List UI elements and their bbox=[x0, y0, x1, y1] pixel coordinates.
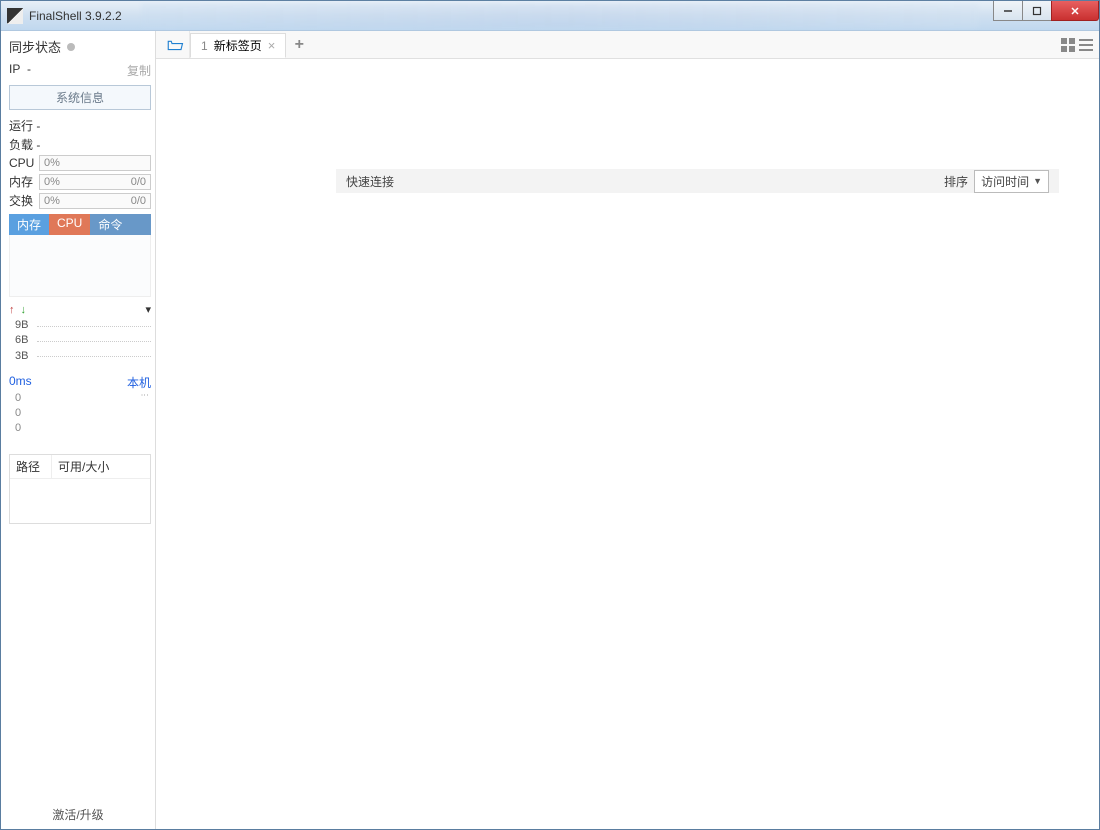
add-tab-button[interactable]: + bbox=[286, 31, 312, 58]
view-mode-controls bbox=[1061, 31, 1093, 58]
network-dropdown-icon[interactable]: ▾ bbox=[145, 303, 151, 316]
ping-scale: 0 0 0 ⋮ bbox=[9, 391, 151, 436]
sort-label: 排序 bbox=[944, 173, 968, 190]
titlebar-background bbox=[141, 3, 979, 28]
maximize-button[interactable] bbox=[1022, 1, 1052, 21]
sync-status-row: 同步状态 bbox=[9, 37, 151, 56]
swap-label: 交换 bbox=[9, 192, 39, 209]
app-window: FinalShell 3.9.2.2 同步状态 IP - 复制 系统信 bbox=[0, 0, 1100, 830]
minimize-icon bbox=[1003, 6, 1013, 16]
disk-table: 路径 可用/大小 bbox=[9, 454, 151, 524]
ip-label: IP - bbox=[9, 62, 31, 79]
minimize-button[interactable] bbox=[993, 1, 1023, 21]
runtime-row: 运行 - bbox=[9, 117, 151, 134]
copy-ip-button[interactable]: 复制 bbox=[127, 62, 151, 79]
monitor-graph bbox=[9, 235, 151, 297]
tab-command[interactable]: 命令 bbox=[90, 214, 151, 235]
cpu-label: CPU bbox=[9, 156, 39, 170]
grid-view-icon[interactable] bbox=[1061, 38, 1075, 52]
sync-status-dot-icon bbox=[67, 43, 75, 51]
tab-cpu[interactable]: CPU bbox=[49, 214, 90, 235]
open-folder-button[interactable] bbox=[160, 31, 190, 58]
folder-open-icon bbox=[166, 36, 184, 54]
ping-handle-icon[interactable]: ⋮ bbox=[138, 391, 149, 399]
memory-extra: 0/0 bbox=[131, 176, 146, 188]
tab-close-icon[interactable]: × bbox=[268, 38, 276, 53]
page-tab[interactable]: 1 新标签页 × bbox=[190, 33, 286, 58]
quick-connect-bar: 快速连接 排序 访问时间 ▼ bbox=[336, 169, 1059, 193]
ping-row: 0ms 本机 bbox=[9, 374, 151, 391]
sort-value: 访问时间 bbox=[981, 173, 1029, 190]
tab-index: 1 bbox=[201, 39, 208, 53]
close-icon bbox=[1070, 6, 1080, 16]
sort-dropdown[interactable]: 访问时间 ▼ bbox=[974, 170, 1049, 193]
sidebar: 同步状态 IP - 复制 系统信息 运行 - 负载 - CPU 0% 内存 0%… bbox=[1, 31, 156, 829]
sync-status-label: 同步状态 bbox=[9, 37, 61, 56]
cpu-value: 0% bbox=[44, 157, 60, 169]
titlebar[interactable]: FinalShell 3.9.2.2 bbox=[1, 1, 1099, 31]
ping-host[interactable]: 本机 bbox=[127, 374, 151, 391]
memory-value: 0% bbox=[44, 176, 60, 188]
system-info-button[interactable]: 系统信息 bbox=[9, 85, 151, 110]
upload-icon: ↑ bbox=[9, 304, 15, 316]
ping-latency: 0ms bbox=[9, 374, 32, 391]
cpu-meter: CPU 0% bbox=[9, 155, 151, 171]
network-scale: 9B 6B 3B bbox=[9, 318, 151, 364]
download-icon: ↓ bbox=[21, 304, 27, 316]
swap-value: 0% bbox=[44, 195, 60, 207]
tab-label: 新标签页 bbox=[214, 37, 262, 54]
app-icon bbox=[7, 8, 23, 24]
body-area: 同步状态 IP - 复制 系统信息 运行 - 负载 - CPU 0% 内存 0%… bbox=[1, 31, 1099, 829]
tabbar: 1 新标签页 × + bbox=[156, 31, 1099, 59]
memory-meter: 内存 0% 0/0 bbox=[9, 173, 151, 190]
network-row: ↑ ↓ ▾ bbox=[9, 303, 151, 316]
activate-link[interactable]: 激活/升级 bbox=[1, 806, 155, 823]
disk-col-size[interactable]: 可用/大小 bbox=[52, 455, 115, 478]
main-area: 1 新标签页 × + 快速连接 排序 访问时间 ▼ bbox=[156, 31, 1099, 829]
content-area: 快速连接 排序 访问时间 ▼ bbox=[156, 59, 1099, 829]
ip-row: IP - 复制 bbox=[9, 62, 151, 79]
load-row: 负载 - bbox=[9, 136, 151, 153]
window-controls bbox=[994, 1, 1099, 21]
memory-label: 内存 bbox=[9, 173, 39, 190]
monitor-tabs: 内存 CPU 命令 bbox=[9, 214, 151, 235]
close-button[interactable] bbox=[1051, 1, 1099, 21]
swap-extra: 0/0 bbox=[131, 195, 146, 207]
tab-memory[interactable]: 内存 bbox=[9, 214, 49, 235]
chevron-down-icon: ▼ bbox=[1033, 176, 1042, 186]
maximize-icon bbox=[1032, 6, 1042, 16]
window-title: FinalShell 3.9.2.2 bbox=[29, 9, 122, 23]
disk-col-path[interactable]: 路径 bbox=[10, 455, 52, 478]
swap-meter: 交换 0% 0/0 bbox=[9, 192, 151, 209]
list-view-icon[interactable] bbox=[1079, 38, 1093, 52]
quick-connect-label: 快速连接 bbox=[346, 173, 394, 190]
